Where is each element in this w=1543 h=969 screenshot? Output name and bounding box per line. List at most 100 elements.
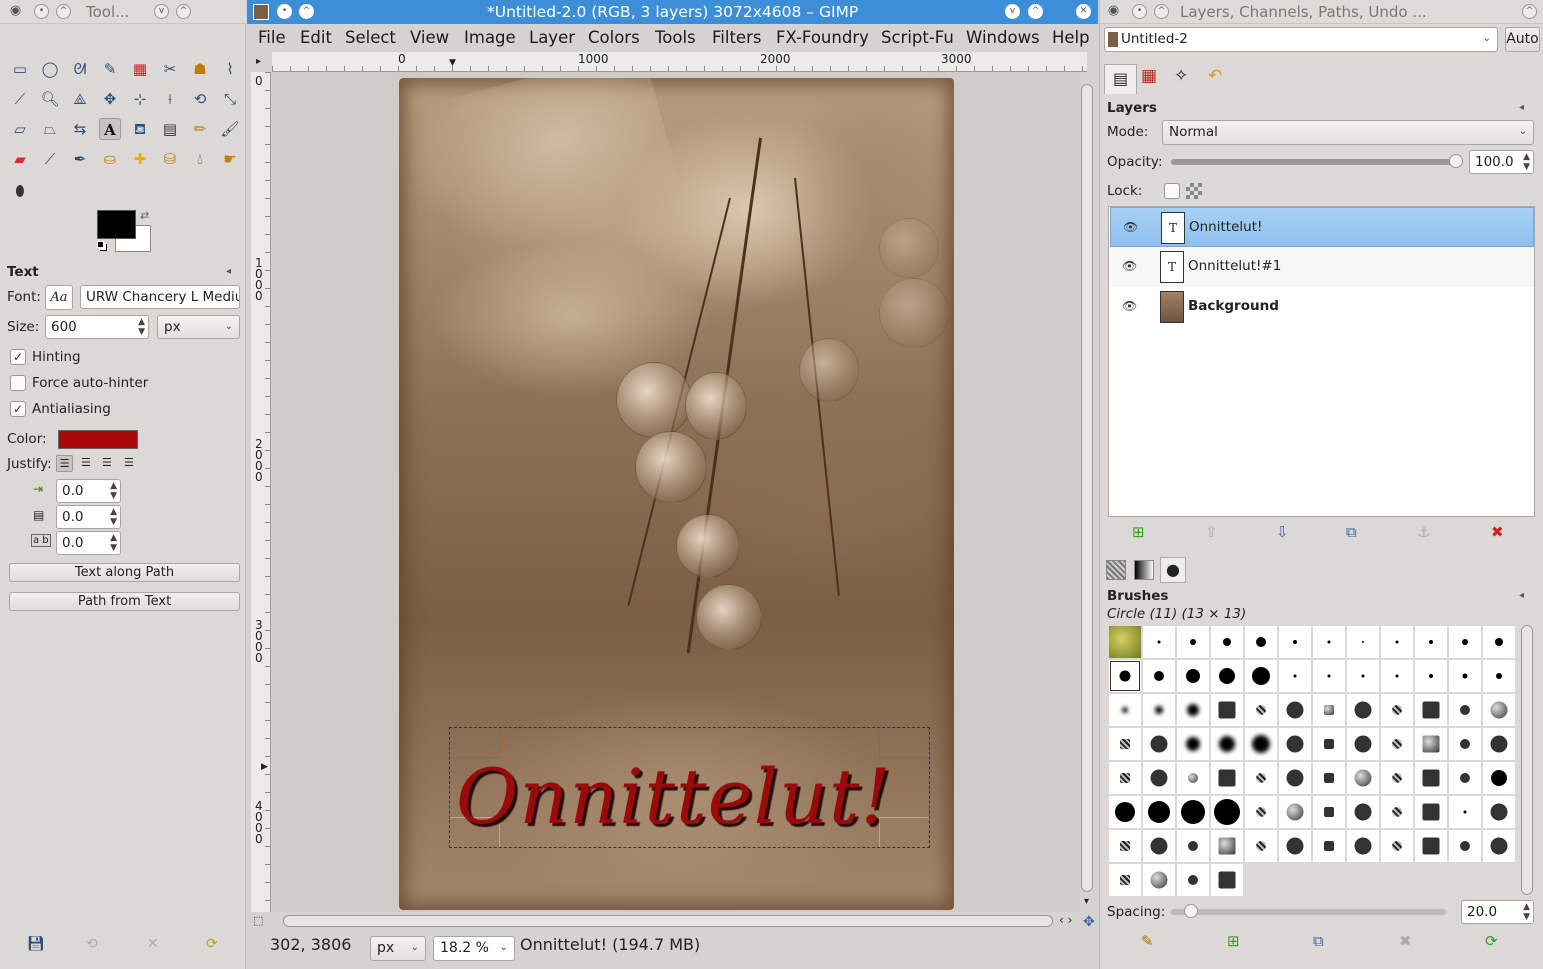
airbrush-icon[interactable]: ⟋: [39, 148, 61, 170]
brush-thumbnail[interactable]: [1313, 660, 1345, 692]
opacity-slider-handle[interactable]: [1449, 154, 1463, 168]
letter-spacing-input[interactable]: 0.0 ▲ ▼: [56, 531, 121, 555]
clone-icon[interactable]: ⛀: [99, 148, 121, 170]
brush-thumbnail[interactable]: [1381, 660, 1413, 692]
scroll-arrows-icon[interactable]: ‹ ›: [1059, 913, 1072, 927]
navigate-icon[interactable]: ✥: [1083, 914, 1095, 930]
maximize-button[interactable]: ^: [1028, 4, 1043, 19]
brush-thumbnail[interactable]: [1483, 762, 1515, 794]
brush-thumbnail[interactable]: [1347, 762, 1379, 794]
mode-select[interactable]: Normal ⌄: [1162, 120, 1534, 145]
ink-icon[interactable]: ✒: [69, 148, 91, 170]
spin-arrows-icon[interactable]: ▲ ▼: [1523, 902, 1530, 922]
refresh-brushes-icon[interactable]: ⟳: [1485, 932, 1498, 950]
new-brush-icon[interactable]: ⊞: [1227, 932, 1240, 950]
font-preview-button[interactable]: Aa: [45, 285, 73, 310]
brush-thumbnail[interactable]: [1211, 830, 1243, 862]
brush-thumbnail[interactable]: [1109, 660, 1141, 692]
brush-thumbnail[interactable]: [1381, 728, 1413, 760]
delete-layer-icon[interactable]: ✖: [1491, 523, 1504, 541]
justify-right-icon[interactable]: ☰: [81, 456, 91, 469]
visibility-eye-icon[interactable]: 👁︎: [1123, 220, 1138, 234]
move-icon[interactable]: ✥: [99, 88, 121, 110]
spin-arrows-icon[interactable]: ▲ ▼: [1523, 152, 1530, 172]
quick-mask-toggle-icon[interactable]: ⬚: [253, 914, 263, 927]
pencil-icon[interactable]: ✏: [189, 118, 211, 140]
brush-thumbnail[interactable]: [1415, 694, 1447, 726]
maximize-button[interactable]: ^: [176, 4, 191, 19]
keep-above-button[interactable]: ^: [56, 4, 71, 19]
brush-thumbnail[interactable]: [1245, 694, 1277, 726]
heal-icon[interactable]: ✚: [129, 148, 151, 170]
duplicate-layer-icon[interactable]: ⧉: [1346, 523, 1357, 541]
brush-thumbnail[interactable]: [1483, 728, 1515, 760]
image-selector[interactable]: Untitled-2 ⌄: [1104, 27, 1498, 52]
layer-name[interactable]: Background: [1188, 298, 1279, 314]
tab-menu-icon[interactable]: ◂: [1519, 102, 1524, 113]
channels-tab-icon[interactable]: ▦: [1141, 66, 1157, 86]
maximize-button[interactable]: ^: [1522, 4, 1537, 19]
unit-select[interactable]: px ⌄: [370, 936, 426, 961]
brush-thumbnail[interactable]: [1347, 660, 1379, 692]
visibility-eye-icon[interactable]: 👁︎: [1122, 299, 1137, 313]
text-along-path-button[interactable]: Text along Path: [9, 563, 240, 582]
brush-thumbnail[interactable]: [1449, 626, 1481, 658]
brush-thumbnail[interactable]: [1279, 728, 1311, 760]
default-colors-icon[interactable]: [97, 241, 104, 248]
brush-thumbnail[interactable]: [1177, 660, 1209, 692]
vertical-ruler[interactable]: 0 1 0 0 0 2 0 0 0 3 0 0 0 4 0 0 0 ▶: [251, 72, 271, 912]
brush-thumbnail[interactable]: [1211, 864, 1243, 896]
brush-thumbnail[interactable]: [1415, 830, 1447, 862]
ellipse-select-icon[interactable]: ◯: [39, 58, 61, 80]
brush-thumbnail[interactable]: [1381, 762, 1413, 794]
brush-thumbnail[interactable]: [1415, 728, 1447, 760]
measure-icon[interactable]: ⟁: [69, 88, 91, 110]
layer-name[interactable]: Onnittelut!#1: [1188, 258, 1281, 274]
brush-thumbnail[interactable]: [1143, 728, 1175, 760]
undo-tab-icon[interactable]: ↶: [1208, 66, 1222, 86]
window-menu-button[interactable]: •: [1132, 4, 1147, 19]
brush-thumbnail[interactable]: [1449, 762, 1481, 794]
window-menu-button[interactable]: •: [277, 4, 292, 19]
keep-above-button[interactable]: ^: [1154, 4, 1169, 19]
save-options-icon[interactable]: 💾︎: [27, 936, 45, 952]
rect-select-icon[interactable]: ▭: [9, 58, 31, 80]
brush-thumbnail[interactable]: [1313, 830, 1345, 862]
lock-pixels-checkbox[interactable]: [1164, 183, 1180, 199]
brush-thumbnail[interactable]: [1245, 660, 1277, 692]
size-unit-select[interactable]: px ⌄: [157, 315, 240, 339]
layer-row[interactable]: 👁︎ T Onnittelut!: [1110, 207, 1534, 247]
perspective-clone-icon[interactable]: ⛁: [159, 148, 181, 170]
brush-thumbnail[interactable]: [1279, 694, 1311, 726]
brush-thumbnail[interactable]: [1109, 694, 1141, 726]
brush-thumbnail[interactable]: [1245, 796, 1277, 828]
brush-thumbnail[interactable]: [1313, 694, 1345, 726]
brush-thumbnail[interactable]: [1279, 762, 1311, 794]
spin-arrows-icon[interactable]: ▲ ▼: [138, 317, 145, 337]
color-select-icon[interactable]: ▦: [129, 58, 151, 80]
indent-input[interactable]: 0.0 ▲ ▼: [56, 479, 121, 503]
brush-thumbnail[interactable]: [1143, 694, 1175, 726]
brush-thumbnail[interactable]: [1347, 830, 1379, 862]
brush-thumbnail[interactable]: [1143, 796, 1175, 828]
align-icon[interactable]: ⊹: [129, 88, 151, 110]
smudge-icon[interactable]: ☛: [219, 148, 241, 170]
menu-colors[interactable]: Colors: [588, 28, 640, 47]
reset-options-icon[interactable]: ⟳: [206, 936, 218, 952]
fuzzy-select-icon[interactable]: ✎: [99, 58, 121, 80]
brush-scrollbar[interactable]: [1521, 625, 1533, 895]
blend-icon[interactable]: ▤: [159, 118, 181, 140]
menu-filters[interactable]: Filters: [712, 28, 761, 47]
brush-thumbnail[interactable]: [1245, 762, 1277, 794]
paintbrush-icon[interactable]: 🖌︎: [219, 118, 241, 140]
menu-edit[interactable]: Edit: [300, 28, 332, 47]
brush-thumbnail[interactable]: [1245, 830, 1277, 862]
brush-thumbnail[interactable]: [1415, 796, 1447, 828]
scroll-down-icon[interactable]: ▾: [1084, 896, 1089, 907]
window-menu-button[interactable]: •: [34, 4, 49, 19]
bucket-fill-icon[interactable]: ⛾: [129, 118, 151, 140]
scissors-icon[interactable]: ✂: [159, 58, 181, 80]
brush-thumbnail[interactable]: [1449, 796, 1481, 828]
spacing-input[interactable]: 20.0 ▲ ▼: [1461, 900, 1534, 924]
keep-above-button[interactable]: ^: [299, 4, 314, 19]
